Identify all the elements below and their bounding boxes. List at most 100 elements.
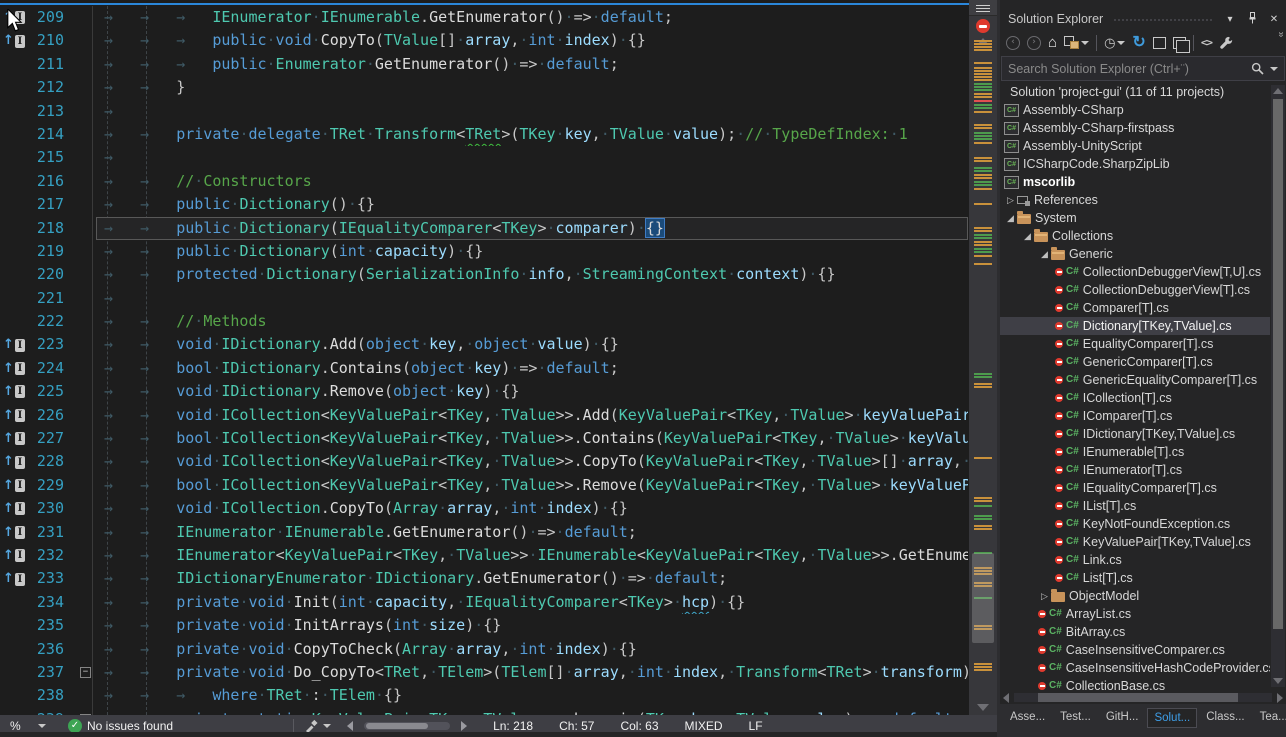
code-line[interactable]: ↑I210→→→public·void·CopyTo(TValue[]·arra… xyxy=(0,29,968,52)
code-line[interactable]: ↑I228→→void·ICollection<KeyValuePair<TKe… xyxy=(0,450,968,473)
scroll-right-arrow-icon[interactable] xyxy=(461,721,467,731)
code-line[interactable]: 235→→private·void·InitArrays(int·size)·{… xyxy=(0,614,968,637)
tree-item[interactable]: ▷ObjectModel xyxy=(1000,587,1270,605)
tree-item[interactable]: C#Assembly-UnityScript xyxy=(1000,137,1270,155)
tree-item[interactable]: C#BitArray.cs xyxy=(1000,623,1270,641)
tree-item[interactable]: C#Dictionary[TKey,TValue].cs xyxy=(1000,317,1270,335)
tree-item[interactable]: C#CaseInsensitiveHashCodeProvider.cs xyxy=(1000,659,1270,677)
fold-collapse-icon[interactable]: − xyxy=(80,667,91,678)
panel-tab[interactable]: Test... xyxy=(1054,708,1097,726)
tree-item[interactable]: ◢Collections xyxy=(1000,227,1270,245)
panel-tab[interactable]: Class... xyxy=(1200,708,1250,726)
scrollbar-thumb[interactable] xyxy=(972,553,994,643)
reference-up-icon[interactable]: ↑ xyxy=(3,544,14,567)
back-button[interactable]: ‹ xyxy=(1006,36,1020,50)
code-line[interactable]: 218→→public·Dictionary(IEqualityComparer… xyxy=(0,217,968,240)
code-line[interactable]: 215→ xyxy=(0,146,968,169)
fold-collapse-icon[interactable]: − xyxy=(80,714,91,715)
interface-badge-icon[interactable]: I xyxy=(15,456,25,469)
tree-item[interactable]: ◢System xyxy=(1000,209,1270,227)
tree-item[interactable]: C#CaseInsensitiveComparer.cs xyxy=(1000,641,1270,659)
code-line[interactable]: ↑I224→→bool·IDictionary.Contains(object·… xyxy=(0,357,968,380)
tree-item[interactable]: C#ArrayList.cs xyxy=(1000,605,1270,623)
hscroll-thumb[interactable] xyxy=(366,723,428,729)
scroll-down-arrow-icon[interactable] xyxy=(977,704,989,711)
tree-item[interactable]: C#CollectionDebuggerView[T,U].cs xyxy=(1000,263,1270,281)
chevron-down-icon[interactable] xyxy=(1270,67,1278,71)
code-line[interactable]: 213→ xyxy=(0,100,968,123)
code-line[interactable]: 214→→private·delegate·TRet·Transform<TRe… xyxy=(0,123,968,146)
tree-item[interactable]: C#Assembly-CSharp xyxy=(1000,101,1270,119)
tree-item[interactable]: C#IList[T].cs xyxy=(1000,497,1270,515)
close-button[interactable]: ✕ xyxy=(1266,14,1282,25)
reference-up-icon[interactable]: ↑ xyxy=(3,404,14,427)
reference-up-icon[interactable]: ↑ xyxy=(3,450,14,473)
drag-grip[interactable] xyxy=(1113,18,1212,23)
code-line[interactable]: 237−→→private·void·Do_CopyTo<TRet,·TElem… xyxy=(0,661,968,684)
tree-item[interactable]: C#IComparer[T].cs xyxy=(1000,407,1270,425)
code-line[interactable]: 220→→protected·Dictionary(SerializationI… xyxy=(0,263,968,286)
tree-item[interactable]: C#IEnumerable[T].cs xyxy=(1000,443,1270,461)
code-line[interactable]: 222→→//·Methods xyxy=(0,310,968,333)
tree-item[interactable]: C#Link.cs xyxy=(1000,551,1270,569)
reference-up-icon[interactable]: ↑ xyxy=(3,521,14,544)
interface-badge-icon[interactable]: I xyxy=(15,526,25,539)
interface-badge-icon[interactable]: I xyxy=(15,549,25,562)
code-line[interactable]: ↑I231→→IEnumerator·IEnumerable.GetEnumer… xyxy=(0,521,968,544)
reference-up-icon[interactable]: ↑ xyxy=(3,380,14,403)
sync-with-active-document-button[interactable]: ↻ xyxy=(1132,36,1145,50)
issues-indicator[interactable]: ✓ No issues found xyxy=(68,719,173,733)
hscroll-track[interactable] xyxy=(364,722,450,730)
tree-hscroll-thumb[interactable] xyxy=(1038,693,1238,702)
tree-item[interactable]: Solution 'project-gui' (11 of 11 project… xyxy=(1000,83,1270,101)
code-line[interactable]: ↑I225→→void·IDictionary.Remove(object·ke… xyxy=(0,380,968,403)
reference-up-icon[interactable]: ↑ xyxy=(3,474,14,497)
code-line[interactable]: ↑I230→→void·ICollection.CopyTo(Array·arr… xyxy=(0,497,968,520)
code-line[interactable]: 236→→private·void·CopyToCheck(Array·arra… xyxy=(0,638,968,661)
editor-scrollbar[interactable] xyxy=(969,0,997,715)
code-line[interactable]: ↑I227→→bool·ICollection<KeyValuePair<TKe… xyxy=(0,427,968,450)
reference-up-icon[interactable]: ↑ xyxy=(3,497,14,520)
code-cleanup-button[interactable] xyxy=(304,719,331,733)
code-line[interactable]: 212→→} xyxy=(0,76,968,99)
interface-badge-icon[interactable]: I xyxy=(15,362,25,375)
scroll-up-arrow-icon[interactable] xyxy=(1273,88,1283,94)
code-line[interactable]: ↑I233→→IDictionaryEnumerator·IDictionary… xyxy=(0,567,968,590)
panel-tab[interactable]: GitH... xyxy=(1100,708,1145,726)
split-window-handle[interactable] xyxy=(969,0,997,16)
scroll-left-arrow-icon[interactable] xyxy=(1003,693,1009,703)
panel-title-bar[interactable]: Solution Explorer ▾ ✕ xyxy=(1000,0,1286,29)
tree-item[interactable]: ▷References xyxy=(1000,191,1270,209)
interface-badge-icon[interactable]: I xyxy=(15,339,25,352)
interface-badge-icon[interactable]: I xyxy=(15,479,25,492)
show-all-files-button[interactable] xyxy=(1173,37,1186,49)
panel-tab[interactable]: Solut... xyxy=(1147,708,1197,728)
tree-item[interactable]: C#GenericComparer[T].cs xyxy=(1000,353,1270,371)
code-line[interactable]: 217→→public·Dictionary()·{} xyxy=(0,193,968,216)
tree-item[interactable]: C#IEnumerator[T].cs xyxy=(1000,461,1270,479)
expanded-chevron-icon[interactable]: ◢ xyxy=(1021,227,1034,245)
search-icon[interactable] xyxy=(1251,62,1264,75)
window-position-button[interactable]: ▾ xyxy=(1222,14,1238,25)
code-line[interactable]: ↑I232→→IEnumerator<KeyValuePair<TKey,·TV… xyxy=(0,544,968,567)
tree-item[interactable]: C#GenericEqualityComparer[T].cs xyxy=(1000,371,1270,389)
zoom-control[interactable]: % xyxy=(0,719,54,733)
code-line[interactable]: 239−→→private·static·KeyValuePair<TKey,·… xyxy=(0,708,968,715)
pin-button[interactable] xyxy=(1244,12,1260,27)
code-line[interactable]: ↑I226→→void·ICollection<KeyValuePair<TKe… xyxy=(0,404,968,427)
code-line[interactable]: 216→→//·Constructors xyxy=(0,170,968,193)
reference-up-icon[interactable]: ↑ xyxy=(3,333,14,356)
interface-badge-icon[interactable]: I xyxy=(15,502,25,515)
view-code-button[interactable]: <> xyxy=(1201,36,1212,49)
code-line[interactable]: 221→ xyxy=(0,287,968,310)
tree-item[interactable]: C#IEqualityComparer[T].cs xyxy=(1000,479,1270,497)
interface-badge-icon[interactable]: I xyxy=(15,573,25,586)
toolbar-overflow-button[interactable]: » xyxy=(1276,32,1286,38)
code-line[interactable]: 238→→→where·TRet·:·TElem·{} xyxy=(0,684,968,707)
reference-up-icon[interactable]: ↑ xyxy=(3,427,14,450)
reference-up-icon[interactable]: ↑ xyxy=(3,567,14,590)
tree-item[interactable]: C#IDictionary[TKey,TValue].cs xyxy=(1000,425,1270,443)
switch-views-button[interactable] xyxy=(1064,36,1089,49)
expanded-chevron-icon[interactable]: ◢ xyxy=(1038,245,1051,263)
solution-tree[interactable]: Solution 'project-gui' (11 of 11 project… xyxy=(1000,81,1286,691)
